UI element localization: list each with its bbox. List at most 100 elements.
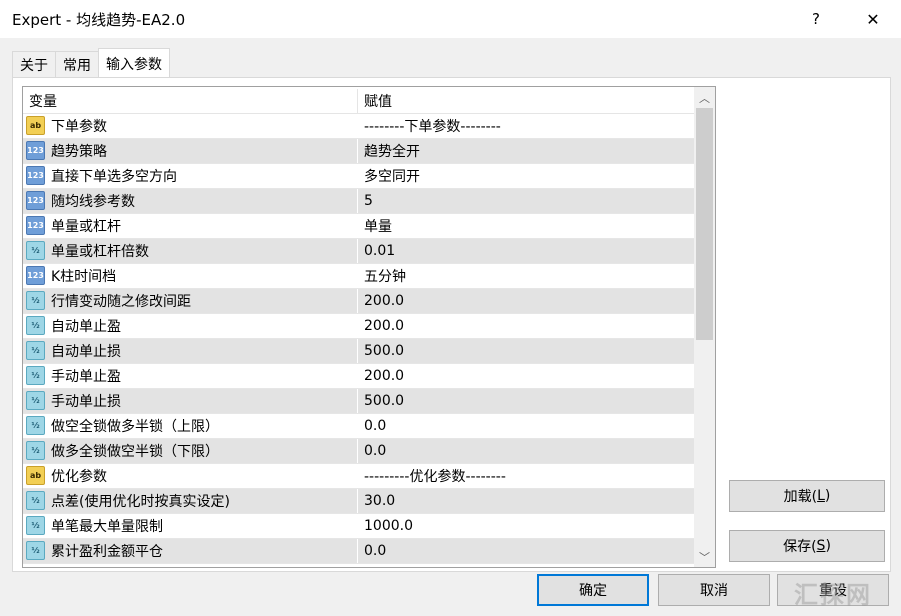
cell-divider: [357, 164, 358, 188]
column-header-variable[interactable]: 变量: [23, 87, 357, 114]
scroll-down-icon[interactable]: ﹀: [694, 546, 715, 567]
ok-button[interactable]: 确定: [537, 574, 649, 606]
integer-icon: 123: [26, 141, 45, 160]
parameter-value[interactable]: 200.0: [364, 289, 404, 313]
table-row[interactable]: ½ 自动单止损 500.0: [23, 339, 694, 364]
parameter-value[interactable]: 1000.0: [364, 514, 413, 538]
table-row[interactable]: ½ 累计盈利金额平仓 0.0: [23, 539, 694, 564]
integer-icon: 123: [26, 216, 45, 235]
load-button-label: 加载(: [783, 489, 818, 505]
cell-divider: [357, 239, 358, 263]
parameter-name: 点差(使用优化时按真实设定): [51, 494, 230, 510]
column-header-value[interactable]: 赋值: [358, 87, 694, 114]
parameter-name: 趋势策略: [51, 144, 107, 160]
cell-divider: [357, 189, 358, 213]
parameter-value[interactable]: 0.0: [364, 539, 386, 563]
cell-divider: [357, 339, 358, 363]
cell-divider: [357, 139, 358, 163]
double-icon: ½: [26, 241, 45, 260]
parameter-value[interactable]: --------下单参数--------: [364, 114, 501, 138]
parameter-value[interactable]: 500.0: [364, 339, 404, 363]
vertical-scrollbar[interactable]: ︿ ﹀: [694, 87, 715, 567]
double-icon: ½: [26, 391, 45, 410]
table-row[interactable]: ½ 行情变动随之修改间距 200.0: [23, 289, 694, 314]
cell-divider: [357, 439, 358, 463]
parameter-value[interactable]: 趋势全开: [364, 139, 420, 163]
table-row[interactable]: ab 下单参数 --------下单参数--------: [23, 114, 694, 139]
load-button-key: L: [817, 488, 825, 504]
parameter-value[interactable]: 0.0: [364, 414, 386, 438]
parameter-name: 单量或杠杆: [51, 219, 121, 235]
table-row[interactable]: ½ 点差(使用优化时按真实设定) 30.0: [23, 489, 694, 514]
cell-divider: [357, 214, 358, 238]
parameter-name: 直接下单选多空方向: [51, 169, 177, 185]
parameter-name: 随均线参考数: [51, 194, 135, 210]
parameter-name: 做空全锁做多半锁（上限）: [51, 419, 219, 435]
scroll-up-icon[interactable]: ︿: [694, 87, 715, 108]
parameter-value[interactable]: 500.0: [364, 389, 404, 413]
load-button[interactable]: 加载(L): [729, 480, 885, 512]
parameter-value[interactable]: ---------优化参数--------: [364, 464, 506, 488]
table-row[interactable]: 123 随均线参考数 5: [23, 189, 694, 214]
parameter-name: 做多全锁做空半锁（下限）: [51, 444, 219, 460]
grid-rows: ab 下单参数 --------下单参数-------- 123 趋势策略 趋势全开 123…: [23, 114, 694, 564]
watermark-logo: 汇探网: [794, 580, 872, 609]
close-button[interactable]: ✕: [848, 0, 898, 38]
cell-divider: [357, 289, 358, 313]
parameter-name: 累计盈利金额平仓: [51, 544, 163, 560]
tab-strip: 关于 常用 输入参数: [12, 48, 170, 78]
table-row[interactable]: 123 趋势策略 趋势全开: [23, 139, 694, 164]
table-row[interactable]: ab 优化参数 ---------优化参数--------: [23, 464, 694, 489]
parameter-value[interactable]: 五分钟: [364, 264, 406, 288]
double-icon: ½: [26, 441, 45, 460]
cell-divider: [357, 464, 358, 488]
cell-divider: [357, 514, 358, 538]
table-row[interactable]: ½ 单笔最大单量限制 1000.0: [23, 514, 694, 539]
parameter-value[interactable]: 多空同开: [364, 164, 420, 188]
tab-inputs[interactable]: 输入参数: [98, 48, 170, 78]
parameter-value[interactable]: 0.0: [364, 439, 386, 463]
cell-divider: [357, 489, 358, 513]
parameter-value[interactable]: 0.01: [364, 239, 395, 263]
table-row[interactable]: 123 单量或杠杆 单量: [23, 214, 694, 239]
title-bar: Expert - 均线趋势-EA2.0 ? ✕: [0, 0, 901, 38]
double-icon: ½: [26, 366, 45, 385]
cell-divider: [357, 114, 358, 138]
table-row[interactable]: ½ 自动单止盈 200.0: [23, 314, 694, 339]
string-icon: ab: [26, 116, 45, 135]
double-icon: ½: [26, 416, 45, 435]
grid-header: 变量 赋值: [23, 87, 694, 114]
double-icon: ½: [26, 341, 45, 360]
tab-about[interactable]: 关于: [12, 51, 56, 77]
table-row[interactable]: 123 直接下单选多空方向 多空同开: [23, 164, 694, 189]
cell-divider: [357, 389, 358, 413]
table-row[interactable]: ½ 做多全锁做空半锁（下限） 0.0: [23, 439, 694, 464]
parameter-name: 下单参数: [51, 119, 107, 135]
double-icon: ½: [26, 291, 45, 310]
help-button[interactable]: ?: [795, 0, 837, 38]
parameter-value[interactable]: 200.0: [364, 364, 404, 388]
table-row[interactable]: ½ 手动单止损 500.0: [23, 389, 694, 414]
parameters-grid: 变量 赋值 ab 下单参数 --------下单参数-------- 123 趋势策略 趋…: [22, 86, 716, 568]
parameter-name: K柱时间档: [51, 269, 117, 285]
double-icon: ½: [26, 491, 45, 510]
table-row[interactable]: ½ 手动单止盈 200.0: [23, 364, 694, 389]
parameter-name: 单笔最大单量限制: [51, 519, 163, 535]
tab-common[interactable]: 常用: [55, 51, 99, 77]
parameter-value[interactable]: 5: [364, 189, 373, 213]
scrollbar-thumb[interactable]: [696, 108, 713, 340]
window-title: Expert - 均线趋势-EA2.0: [12, 11, 186, 29]
cancel-button[interactable]: 取消: [658, 574, 770, 606]
table-row[interactable]: ½ 做空全锁做多半锁（上限） 0.0: [23, 414, 694, 439]
double-icon: ½: [26, 541, 45, 560]
table-row[interactable]: 123 K柱时间档 五分钟: [23, 264, 694, 289]
parameter-value[interactable]: 30.0: [364, 489, 395, 513]
parameter-name: 自动单止盈: [51, 319, 121, 335]
load-button-label-tail: ): [824, 488, 831, 504]
parameter-value[interactable]: 200.0: [364, 314, 404, 338]
table-row[interactable]: ½ 单量或杠杆倍数 0.01: [23, 239, 694, 264]
double-icon: ½: [26, 316, 45, 335]
parameter-value[interactable]: 单量: [364, 214, 392, 238]
save-button[interactable]: 保存(S): [729, 530, 885, 562]
double-icon: ½: [26, 516, 45, 535]
